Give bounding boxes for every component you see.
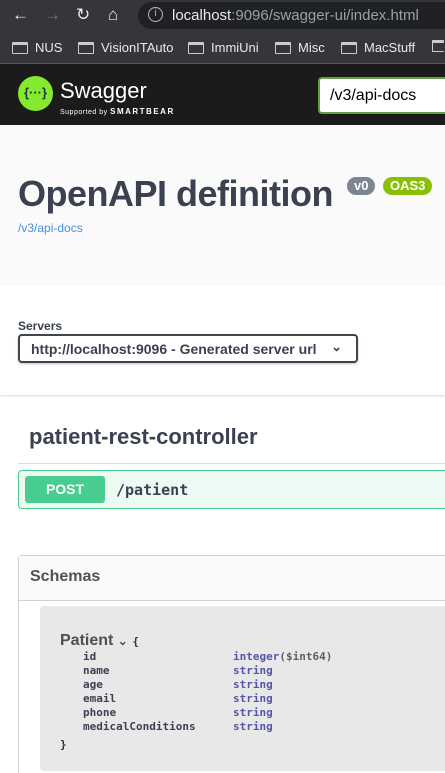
divider (18, 463, 445, 464)
reload-icon[interactable]: ↻ (76, 5, 90, 25)
property-row: email string (83, 692, 273, 705)
folder-icon (275, 41, 291, 54)
servers-select[interactable]: http://localhost:9096 - Generated server… (18, 334, 358, 363)
method-badge: POST (25, 476, 105, 503)
property-row: name string (83, 664, 273, 677)
explore-url-input[interactable]: /v3/api-docs (318, 77, 445, 114)
browser-toolbar: ← → ↻ ⌂ i localhost:9096/swagger-ui/index… (0, 0, 445, 31)
model-name[interactable]: Patient ⌄ { (60, 632, 139, 650)
bookmark-nus[interactable]: NUS (12, 40, 62, 55)
version-badge: v0 (347, 177, 376, 195)
bookmark-immiuni[interactable]: ImmiUni (188, 40, 259, 55)
folder-icon (188, 41, 204, 54)
brand-name: Swagger (60, 78, 147, 103)
property-list: id integer($int64) name string age string e… (83, 650, 332, 734)
scheme-container: Servers http://localhost:9096 - Generate… (0, 285, 445, 395)
bookmarks-bar: NUS VisionITAuto ImmiUni Misc MacStuff (0, 31, 445, 64)
chevron-down-icon: ⌄ (331, 339, 342, 354)
bookmark-misc[interactable]: Misc (275, 40, 325, 55)
folder-icon (12, 41, 28, 54)
close-brace: } (60, 738, 67, 751)
tag-heading[interactable]: patient-rest-controller (29, 424, 258, 450)
address-bar[interactable]: i localhost:9096/swagger-ui/index.html (138, 2, 445, 29)
folder-icon (341, 41, 357, 54)
schemas-section: Schemas Patient ⌄ { id integer($int64) na… (18, 555, 445, 773)
operation-path: /patient (116, 481, 189, 499)
supported-by: Supported by SMARTBEAR (60, 107, 175, 116)
bookmark-macstuff[interactable]: MacStuff (341, 40, 415, 55)
property-row: medicalConditions string (83, 720, 273, 733)
property-row: phone string (83, 706, 273, 719)
bookmark-more[interactable] (432, 40, 444, 52)
model-box: Patient ⌄ { id integer($int64) name string… (40, 606, 445, 771)
swagger-header: {···} Swagger Supported by SMARTBEAR /v3… (0, 64, 445, 125)
property-row: id integer($int64) (83, 650, 333, 663)
home-icon[interactable]: ⌂ (108, 5, 118, 25)
folder-icon (78, 41, 94, 54)
chevron-down-icon[interactable]: ⌄ (118, 634, 128, 648)
oas-badge: OAS3 (383, 177, 433, 195)
swagger-logo-icon[interactable]: {···} (18, 76, 53, 111)
info-icon[interactable]: i (148, 7, 163, 22)
info-section: OpenAPI definition v0 OAS3 /v3/api-docs (0, 125, 445, 285)
operation-post-patient[interactable]: POST /patient (18, 470, 445, 509)
property-row: age string (83, 678, 273, 691)
bookmark-visionitauto[interactable]: VisionITAuto (78, 40, 174, 55)
back-icon[interactable]: ← (12, 5, 29, 25)
api-docs-link[interactable]: /v3/api-docs (18, 221, 83, 235)
folder-icon (432, 40, 444, 52)
page-title: OpenAPI definition (18, 173, 333, 214)
servers-label: Servers (18, 319, 63, 333)
schemas-header[interactable]: Schemas (19, 556, 445, 601)
forward-icon[interactable]: → (44, 5, 61, 25)
